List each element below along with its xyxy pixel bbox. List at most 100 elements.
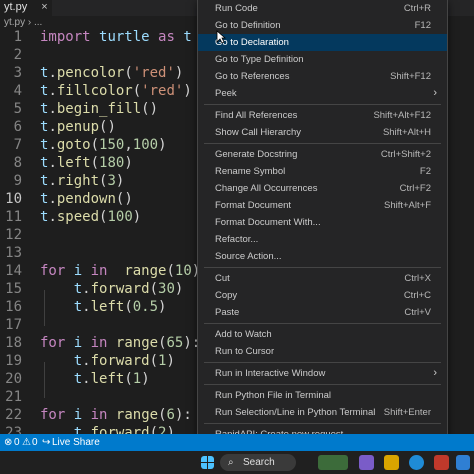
code-line[interactable]: 5 t.begin_fill(): [0, 100, 200, 118]
menu-item-shortcut: Ctrl+Shift+2: [380, 149, 431, 160]
menu-item-label: Run in Interactive Window: [215, 368, 326, 379]
code-token: in: [90, 263, 108, 279]
code-token: for: [40, 407, 66, 423]
edge-browser-icon[interactable]: [409, 455, 424, 470]
code-line[interactable]: 11 t.speed(100): [0, 208, 200, 226]
code-token: for: [40, 335, 66, 351]
code-line[interactable]: 9 t.right(3): [0, 172, 200, 190]
code-text: import turtle as t: [40, 28, 192, 46]
code-line[interactable]: 3 t.pencolor('red'): [0, 64, 200, 82]
windows-start-icon[interactable]: [201, 456, 214, 469]
line-number: 1: [13, 29, 22, 45]
live-share-button[interactable]: Live Share: [34, 434, 100, 451]
menu-item-paste[interactable]: Paste Ctrl+V: [198, 304, 447, 321]
code-line[interactable]: 21: [0, 388, 200, 406]
code-token: .: [82, 353, 91, 369]
menu-item-run-code[interactable]: Run Code Ctrl+R: [198, 0, 447, 17]
widgets-icon[interactable]: [318, 455, 348, 470]
menu-item-copy[interactable]: Copy Ctrl+C: [198, 287, 447, 304]
menu-item-source-action[interactable]: Source Action...: [198, 248, 447, 265]
code-line[interactable]: 15 t.forward(30): [0, 280, 200, 298]
code-token: 3: [107, 173, 116, 189]
code-token: t: [73, 353, 83, 369]
menu-item-go-to-references[interactable]: Go to References Shift+F12: [198, 68, 447, 85]
file-explorer-icon[interactable]: [384, 455, 399, 470]
code-text: t.penup(): [40, 118, 116, 136]
menu-item-format-document[interactable]: Format Document Shift+Alt+F: [198, 197, 447, 214]
menu-item-cut[interactable]: Cut Ctrl+X: [198, 270, 447, 287]
code-line[interactable]: 6 t.penup(): [0, 118, 200, 136]
menu-item-run-to-cursor[interactable]: Run to Cursor: [198, 343, 447, 360]
line-number: 8: [13, 155, 22, 171]
vscode-icon[interactable]: [456, 455, 470, 470]
menu-item-shortcut: Ctrl+F2: [399, 183, 431, 194]
code-line[interactable]: 13: [0, 244, 200, 262]
code-line[interactable]: 10 t.pendown(): [0, 190, 200, 208]
code-token: as: [158, 29, 175, 45]
tab-close-icon[interactable]: ×: [41, 0, 47, 16]
code-line[interactable]: 8 t.left(180): [0, 154, 200, 172]
menu-item-run-in-interactive-window[interactable]: Run in Interactive Window ›: [198, 365, 447, 382]
line-number: 6: [13, 119, 22, 135]
code-token: right: [56, 173, 100, 189]
menu-item-go-to-declaration[interactable]: Go to Declaration: [198, 34, 447, 51]
code-token: (): [141, 101, 159, 117]
code-line[interactable]: 12: [0, 226, 200, 244]
problems-error-count[interactable]: 0: [14, 434, 20, 451]
code-line[interactable]: 1 import turtle as t: [0, 28, 200, 46]
code-line[interactable]: 22 for i in range(6):: [0, 406, 200, 424]
chevron-right-icon: ›: [433, 367, 437, 379]
taskbar-search[interactable]: ⌕ Search: [220, 454, 296, 471]
menu-item-add-to-watch[interactable]: Add to Watch: [198, 326, 447, 343]
menu-item-find-all-references[interactable]: Find All References Shift+Alt+F12: [198, 107, 447, 124]
code-line[interactable]: 4 t.fillcolor('red'): [0, 82, 200, 100]
menu-item-rename-symbol[interactable]: Rename Symbol F2: [198, 163, 447, 180]
editor-tab[interactable]: yt.py ×: [0, 0, 52, 16]
code-text: for i in range(6):: [40, 406, 192, 424]
menu-item-label: Run to Cursor: [215, 346, 275, 357]
code-line[interactable]: 16 t.left(0.5): [0, 298, 200, 316]
code-text: t.left(0.5): [40, 298, 167, 316]
menu-item-run-python-file-in-terminal[interactable]: Run Python File in Terminal: [198, 387, 447, 404]
code-token: speed: [56, 209, 100, 225]
code-line[interactable]: 14 for i in range(10):: [0, 262, 209, 280]
menu-item-format-document-with[interactable]: Format Document With...: [198, 214, 447, 231]
code-line[interactable]: 7 t.goto(150,100): [0, 136, 200, 154]
app-icon-red[interactable]: [434, 455, 449, 470]
code-token: for: [40, 263, 66, 279]
code-text: for i in range(10):: [40, 262, 209, 280]
menu-item-go-to-type-definition[interactable]: Go to Type Definition: [198, 51, 447, 68]
menu-item-show-call-hierarchy[interactable]: Show Call Hierarchy Shift+Alt+H: [198, 124, 447, 141]
code-line[interactable]: 19 t.forward(1): [0, 352, 200, 370]
app-icon[interactable]: [359, 455, 374, 470]
menu-item-peek[interactable]: Peek ›: [198, 85, 447, 102]
code-token: range: [124, 263, 167, 279]
menu-item-refactor[interactable]: Refactor...: [198, 231, 447, 248]
chevron-right-icon: ›: [433, 87, 437, 99]
menu-item-change-all-occurrences[interactable]: Change All Occurrences Ctrl+F2: [198, 180, 447, 197]
code-token: .: [48, 155, 57, 171]
problems-error-icon[interactable]: ⊗: [4, 434, 12, 451]
code-line[interactable]: 17: [0, 316, 200, 334]
code-token: i: [73, 407, 83, 423]
code-token: .: [48, 137, 57, 153]
code-token: (: [166, 263, 175, 279]
taskbar: ⌕ Search: [0, 451, 474, 474]
code-token: .: [48, 173, 57, 189]
menu-item-go-to-definition[interactable]: Go to Definition F12: [198, 17, 447, 34]
code-token: ): [183, 83, 192, 99]
code-line[interactable]: 20 t.left(1): [0, 370, 200, 388]
code-line[interactable]: 18 for i in range(65):: [0, 334, 200, 352]
menu-item-generate-docstring[interactable]: Generate Docstring Ctrl+Shift+2: [198, 146, 447, 163]
problems-warning-icon[interactable]: ⚠: [22, 434, 31, 451]
code-line[interactable]: 2: [0, 46, 200, 64]
menu-item-label: Peek: [215, 88, 237, 99]
menu-item-run-selection-line-in-python-terminal[interactable]: Run Selection/Line in Python Terminal Shi…: [198, 404, 447, 421]
code-token: ): [174, 281, 184, 297]
code-token: .: [48, 191, 57, 207]
